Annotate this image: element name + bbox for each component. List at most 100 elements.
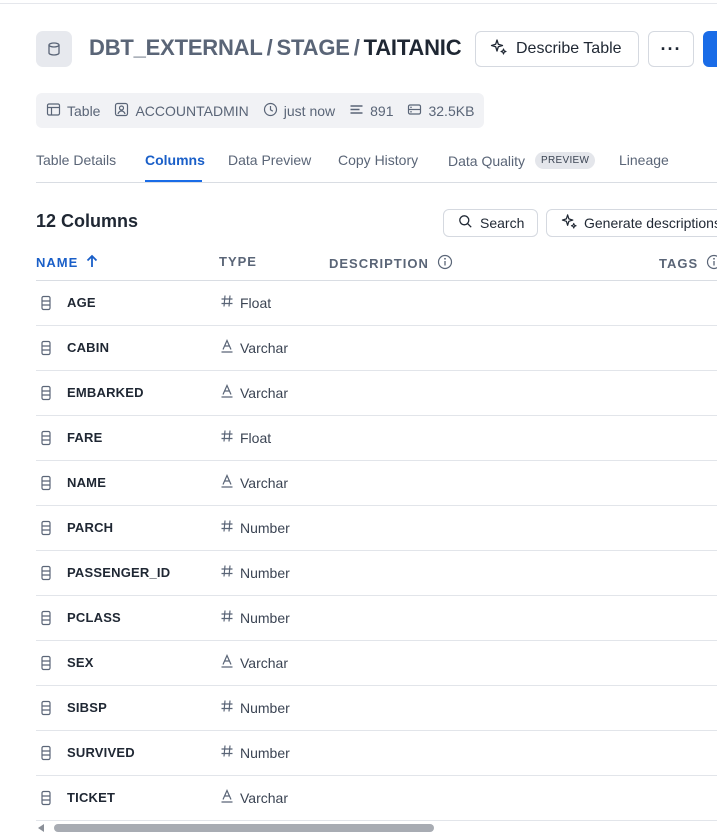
meta-rows: 891	[349, 102, 393, 120]
table-metadata-bar: Table ACCOUNTADMIN just now 891 32.5KB	[36, 93, 484, 128]
meta-kind-label: Table	[67, 102, 101, 119]
number-type-icon	[220, 519, 234, 536]
column-icon	[40, 700, 52, 721]
breadcrumb-database[interactable]: DBT_EXTERNAL	[89, 35, 263, 60]
column-icon	[40, 520, 52, 541]
column-type: Float	[220, 294, 271, 311]
column-icon	[40, 745, 52, 766]
describe-table-label: Describe Table	[516, 40, 622, 57]
table-row[interactable]: FARE Float	[36, 416, 717, 461]
table-row[interactable]: SIBSP Number	[36, 686, 717, 731]
column-type-label: Varchar	[240, 789, 288, 806]
column-icon	[40, 790, 52, 811]
text-type-icon	[220, 654, 234, 671]
table-row[interactable]: CABIN Varchar	[36, 326, 717, 371]
column-name[interactable]: SIBSP	[67, 700, 107, 715]
column-name[interactable]: TICKET	[67, 790, 115, 805]
number-type-icon	[220, 294, 234, 311]
more-options-button[interactable]: ···	[648, 31, 694, 67]
column-type-label: Number	[240, 519, 290, 536]
table-row[interactable]: PASSENGER_ID Number	[36, 551, 717, 596]
tab-lineage[interactable]: Lineage	[619, 152, 669, 168]
column-type: Number	[220, 564, 290, 581]
column-name[interactable]: PARCH	[67, 520, 113, 535]
scrollbar-thumb[interactable]	[54, 824, 434, 832]
generate-descriptions-button[interactable]: Generate descriptions	[546, 209, 717, 237]
table-header: NAME TYPE DESCRIPTION TAGS	[36, 245, 717, 281]
table-row[interactable]: SEX Varchar	[36, 641, 717, 686]
column-type: Number	[220, 609, 290, 626]
column-type: Number	[220, 744, 290, 761]
column-type-label: Number	[240, 744, 290, 761]
text-type-icon	[220, 384, 234, 401]
breadcrumb-schema[interactable]: STAGE	[277, 35, 350, 60]
header-type[interactable]: TYPE	[219, 254, 257, 269]
column-type: Number	[220, 699, 290, 716]
column-name[interactable]: PASSENGER_ID	[67, 565, 170, 580]
column-name[interactable]: AGE	[67, 295, 96, 310]
column-type-label: Varchar	[240, 474, 288, 491]
table-icon	[46, 102, 61, 120]
more-icon: ···	[660, 38, 682, 59]
breadcrumb-separator: /	[353, 35, 360, 60]
database-icon	[36, 31, 72, 67]
table-row[interactable]: PCLASS Number	[36, 596, 717, 641]
scroll-left-icon[interactable]	[38, 824, 44, 832]
meta-size-label: 32.5KB	[428, 102, 475, 119]
tab-data-quality[interactable]: Data Quality PREVIEW	[448, 152, 596, 169]
column-type: Varchar	[220, 789, 288, 806]
header-name[interactable]: NAME	[36, 254, 98, 271]
clock-icon	[263, 102, 278, 120]
column-name[interactable]: FARE	[67, 430, 102, 445]
column-icon	[40, 340, 52, 361]
columns-table-body: AGE Float CABIN Varchar EMBARKED Varchar FARE F…	[36, 281, 717, 821]
describe-table-button[interactable]: Describe Table	[475, 31, 639, 67]
search-label: Search	[480, 215, 525, 231]
table-row[interactable]: TICKET Varchar	[36, 776, 717, 821]
column-icon	[40, 295, 52, 316]
column-name[interactable]: NAME	[67, 475, 106, 490]
table-row[interactable]: AGE Float	[36, 281, 717, 326]
column-name[interactable]: PCLASS	[67, 610, 121, 625]
meta-owner: ACCOUNTADMIN	[114, 102, 249, 120]
tab-data-preview[interactable]: Data Preview	[228, 152, 311, 168]
breadcrumb: DBT_EXTERNAL / STAGE / TAITANIC	[89, 33, 462, 63]
column-name[interactable]: CABIN	[67, 340, 109, 355]
tab-table-details[interactable]: Table Details	[36, 152, 116, 168]
column-icon	[40, 610, 52, 631]
column-name[interactable]: EMBARKED	[67, 385, 144, 400]
sparkle-icon	[561, 213, 578, 233]
header-tags[interactable]: TAGS	[659, 254, 717, 273]
info-icon[interactable]	[437, 254, 453, 273]
column-count: 12 Columns	[36, 211, 139, 231]
sparkle-icon	[490, 38, 508, 61]
column-type: Varchar	[220, 654, 288, 671]
table-row[interactable]: SURVIVED Number	[36, 731, 717, 776]
tab-columns[interactable]: Columns	[145, 152, 205, 168]
meta-updated: just now	[263, 102, 335, 120]
column-type: Varchar	[220, 384, 288, 401]
search-button[interactable]: Search	[443, 209, 538, 237]
header-tags-label: TAGS	[659, 256, 699, 271]
column-type-label: Number	[240, 699, 290, 716]
top-divider	[0, 0, 717, 4]
column-type-label: Float	[240, 294, 272, 311]
horizontal-scrollbar[interactable]	[36, 822, 717, 833]
primary-action-button[interactable]	[703, 31, 717, 67]
column-name[interactable]: SURVIVED	[67, 745, 135, 760]
tab-copy-history[interactable]: Copy History	[338, 152, 418, 168]
storage-icon	[407, 102, 422, 120]
column-type-label: Varchar	[240, 384, 288, 401]
info-icon[interactable]	[706, 254, 717, 273]
meta-updated-label: just now	[283, 102, 336, 119]
tab-data-quality-label: Data Quality	[448, 152, 526, 169]
header-description[interactable]: DESCRIPTION	[329, 254, 453, 273]
tab-bar: Table Details Columns Data Preview Copy …	[36, 142, 717, 183]
page-title: TAITANIC	[363, 35, 462, 60]
table-row[interactable]: EMBARKED Varchar	[36, 371, 717, 416]
table-row[interactable]: PARCH Number	[36, 506, 717, 551]
table-row[interactable]: NAME Varchar	[36, 461, 717, 506]
search-icon	[458, 214, 473, 232]
breadcrumb-separator: /	[266, 35, 273, 60]
column-name[interactable]: SEX	[67, 655, 94, 670]
